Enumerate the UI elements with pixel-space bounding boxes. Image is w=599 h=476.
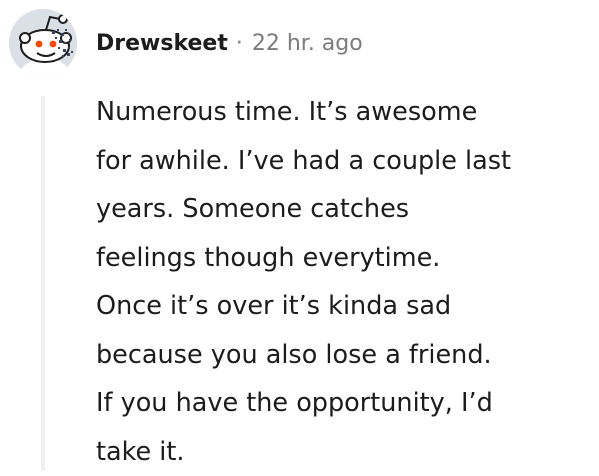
meta-separator: · bbox=[236, 31, 243, 56]
reddit-snoo-avatar-icon bbox=[9, 9, 77, 77]
comment-body-line: for awhile. I’ve had a couple last bbox=[96, 137, 591, 186]
username-link[interactable]: Drewskeet bbox=[96, 31, 228, 56]
comment-body-line: because you also lose a friend. bbox=[96, 331, 591, 380]
comment-meta: Drewskeet · 22 hr. ago bbox=[96, 26, 363, 60]
comment-timestamp[interactable]: 22 hr. ago bbox=[252, 31, 363, 56]
comment-body-line: years. Someone catches bbox=[96, 185, 591, 234]
comment-body-line: take it. bbox=[96, 428, 591, 476]
comment-body-line: feelings though everytime. bbox=[96, 234, 591, 283]
comment: Drewskeet · 22 hr. ago Numerous time. It… bbox=[0, 0, 599, 471]
comment-body-line: Once it’s over it’s kinda sad bbox=[96, 282, 591, 331]
thread-collapse-line[interactable] bbox=[41, 96, 45, 471]
comment-body-line: Numerous time. It’s awesome bbox=[96, 88, 591, 137]
comment-body: Numerous time. It’s awesome for awhile. … bbox=[96, 88, 591, 476]
avatar[interactable] bbox=[9, 9, 77, 77]
comment-body-line: If you have the opportunity, I’d bbox=[96, 379, 591, 428]
